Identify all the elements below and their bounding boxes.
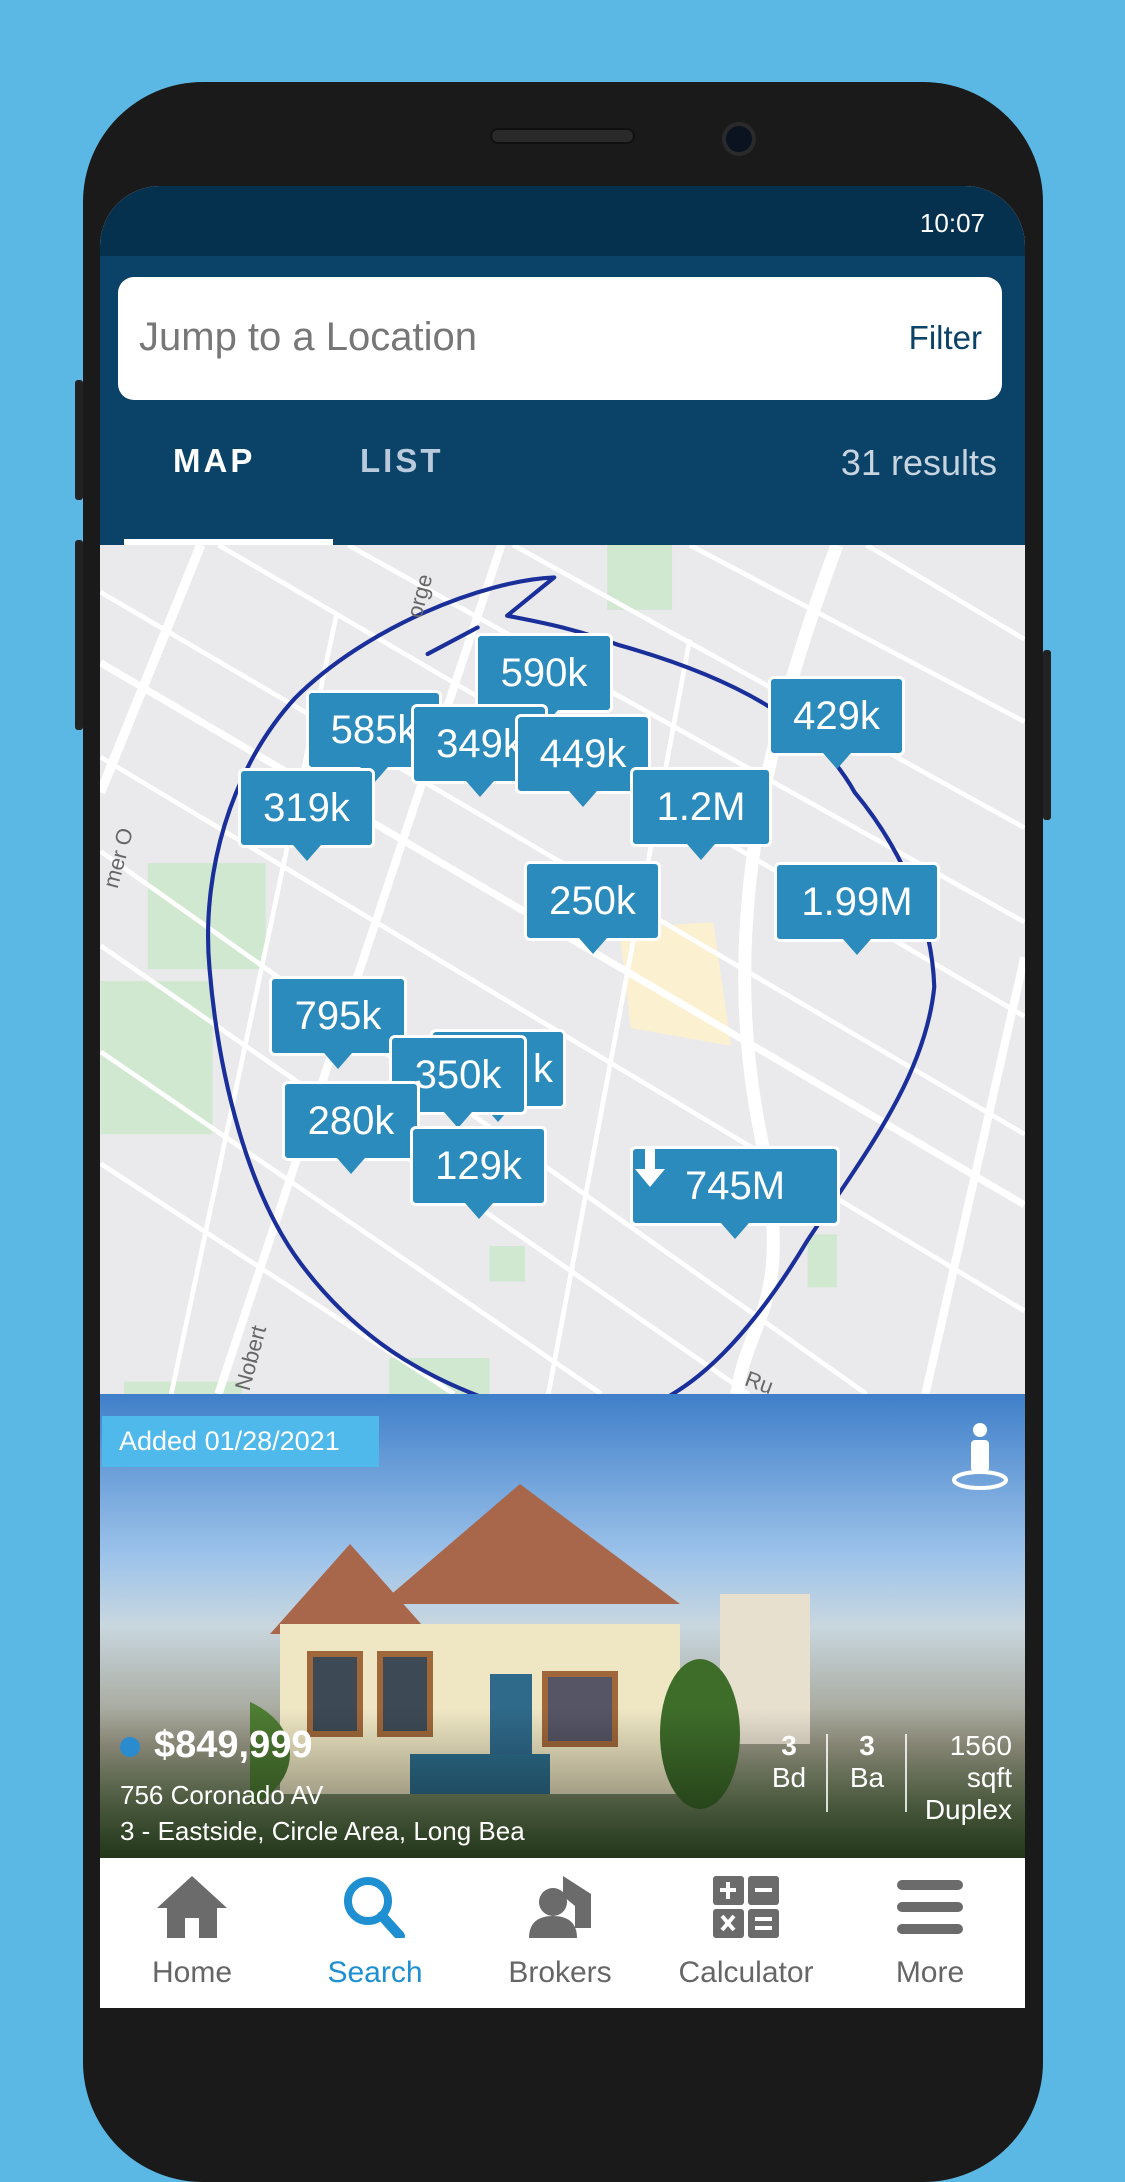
marker-label: 250k <box>549 878 636 923</box>
marker-label: 349k <box>436 721 523 766</box>
map-view[interactable]: orge Nobert Ru mer O 590k 585k 349k 449k… <box>100 545 1025 1394</box>
price-marker[interactable]: 1.99M <box>774 862 940 955</box>
price-marker[interactable]: 429k <box>768 676 905 769</box>
nav-calculator[interactable]: Calculator <box>656 1876 836 1990</box>
divider <box>826 1734 828 1812</box>
baths-stat: 3 Ba <box>842 1730 892 1794</box>
phone-button <box>75 380 83 500</box>
marker-label: 280k <box>307 1098 395 1143</box>
park-area <box>489 1246 525 1282</box>
phone-button <box>1043 650 1051 820</box>
beds-label: Bd <box>771 1762 807 1793</box>
marker-label: k <box>533 1046 553 1091</box>
status-dot <box>120 1737 140 1757</box>
beds-stat: 3 Bd <box>764 1730 814 1794</box>
baths-label: Ba <box>849 1762 885 1793</box>
price-marker[interactable]: 319k <box>238 768 375 861</box>
nav-label: Calculator <box>678 1956 814 1989</box>
marker-label: 429k <box>793 693 880 738</box>
listing-area: 3 - Eastside, Circle Area, Long Bea <box>120 1816 525 1846</box>
home-icon <box>157 1876 227 1938</box>
results-count: 31 results <box>840 442 997 483</box>
location-search-input[interactable]: Jump to a Location Filter <box>118 277 1002 400</box>
marker-label: 795k <box>294 993 382 1038</box>
nav-search[interactable]: Search <box>285 1876 465 1990</box>
broker-icon <box>529 1876 591 1938</box>
phone-button <box>75 540 83 730</box>
phone-camera <box>722 122 756 156</box>
price-marker[interactable]: 745M <box>630 1146 840 1239</box>
app-screen: 10:07 Jump to a Location Filter MAP LIST… <box>100 186 1025 2008</box>
street-view-icon[interactable] <box>951 1422 1009 1492</box>
marker-label: 350k <box>414 1052 502 1097</box>
baths-value: 3 <box>859 1730 875 1761</box>
property-type: Duplex <box>924 1794 1012 1825</box>
calculator-icon <box>713 1876 779 1938</box>
marker-label: 585k <box>330 707 418 752</box>
sqft-stat: 1560 sqft Duplex <box>922 1730 1012 1826</box>
park-area <box>100 980 213 1135</box>
price-marker[interactable]: 129k <box>410 1126 547 1219</box>
marker-label: 1.99M <box>801 879 913 924</box>
tab-list[interactable]: LIST <box>360 442 444 480</box>
divider <box>905 1734 907 1812</box>
bottom-nav: Home Search Brokers Calculator More <box>100 1858 1025 2008</box>
marker-label: 1.2M <box>656 784 746 829</box>
listing-card[interactable]: Added 01/28/2021 $849,999 756 Coronado A… <box>100 1394 1025 1858</box>
phone-speaker <box>490 128 635 144</box>
park-area <box>807 1234 838 1288</box>
status-time: 10:07 <box>919 208 985 238</box>
price-marker[interactable]: 250k <box>524 861 661 954</box>
filter-button[interactable]: Filter <box>909 319 982 357</box>
tab-map[interactable]: MAP <box>173 442 255 480</box>
price-marker[interactable]: 590k <box>475 633 613 726</box>
app-header: Jump to a Location Filter MAP LIST 31 re… <box>100 256 1025 545</box>
listing-address: 756 Coronado AV <box>120 1780 324 1810</box>
marker-label: 590k <box>500 650 588 695</box>
marker-label: 745M <box>684 1163 786 1208</box>
price-marker[interactable]: 795k <box>269 976 407 1069</box>
nav-brokers[interactable]: Brokers <box>470 1876 650 1990</box>
marker-label: 319k <box>263 785 350 830</box>
listing-price: $849,999 <box>154 1724 313 1766</box>
sqft-label: sqft <box>966 1762 1012 1793</box>
search-icon <box>344 1877 405 1938</box>
arrow-down-icon <box>635 1149 665 1187</box>
price-marker[interactable]: 280k <box>282 1081 420 1174</box>
search-placeholder: Jump to a Location <box>139 315 477 359</box>
sqft-value: 1560 <box>949 1730 1012 1761</box>
nav-more[interactable]: More <box>840 1876 1020 1990</box>
status-bar: 10:07 <box>100 186 1025 256</box>
beds-value: 3 <box>781 1730 797 1761</box>
nav-label: Home <box>151 1956 233 1989</box>
nav-home[interactable]: Home <box>102 1876 282 1990</box>
nav-label: Search <box>327 1956 423 1989</box>
nav-label: Brokers <box>508 1956 612 1989</box>
price-marker[interactable]: 1.2M <box>630 767 772 860</box>
nav-label: More <box>895 1956 965 1989</box>
menu-icon <box>897 1880 963 1934</box>
marker-label: 449k <box>539 731 627 776</box>
added-date-badge: Added 01/28/2021 <box>102 1416 379 1467</box>
marker-label: 129k <box>435 1143 522 1188</box>
